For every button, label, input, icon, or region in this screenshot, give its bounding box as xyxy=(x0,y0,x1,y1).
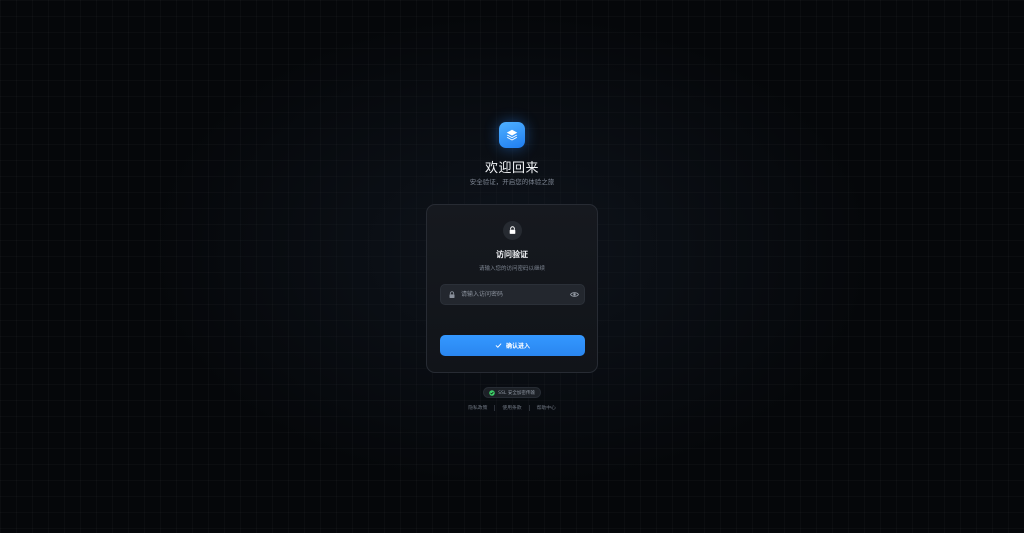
check-icon xyxy=(495,343,502,348)
lock-icon xyxy=(443,285,461,304)
link-privacy[interactable]: 隐私政策 xyxy=(461,404,494,411)
lock-badge xyxy=(503,221,522,240)
link-terms[interactable]: 使用条款 xyxy=(495,404,528,411)
layers-icon xyxy=(506,129,518,141)
page-subtitle: 安全验证，开启您的体验之旅 xyxy=(469,178,555,186)
app-logo xyxy=(499,122,525,148)
verification-card: 访问验证 请输入您的访问密码以继续 确认进入 xyxy=(426,204,598,373)
ssl-label: SSL 安全加密传输 xyxy=(498,390,535,396)
shield-check-icon xyxy=(489,389,495,396)
submit-button[interactable]: 确认进入 xyxy=(440,335,585,356)
footer-links: 隐私政策 使用条款 帮助中心 xyxy=(0,404,1024,411)
lock-icon xyxy=(509,226,516,234)
eye-icon[interactable] xyxy=(566,285,582,304)
card-description: 请输入您的访问密码以继续 xyxy=(478,266,545,272)
page-title: 欢迎回来 xyxy=(484,161,539,176)
password-input[interactable] xyxy=(461,285,566,304)
password-field[interactable] xyxy=(440,284,585,305)
card-title: 访问验证 xyxy=(496,250,528,259)
link-help[interactable]: 帮助中心 xyxy=(530,404,563,411)
ssl-badge: SSL 安全加密传输 xyxy=(483,387,541,398)
submit-label: 确认进入 xyxy=(505,343,530,350)
